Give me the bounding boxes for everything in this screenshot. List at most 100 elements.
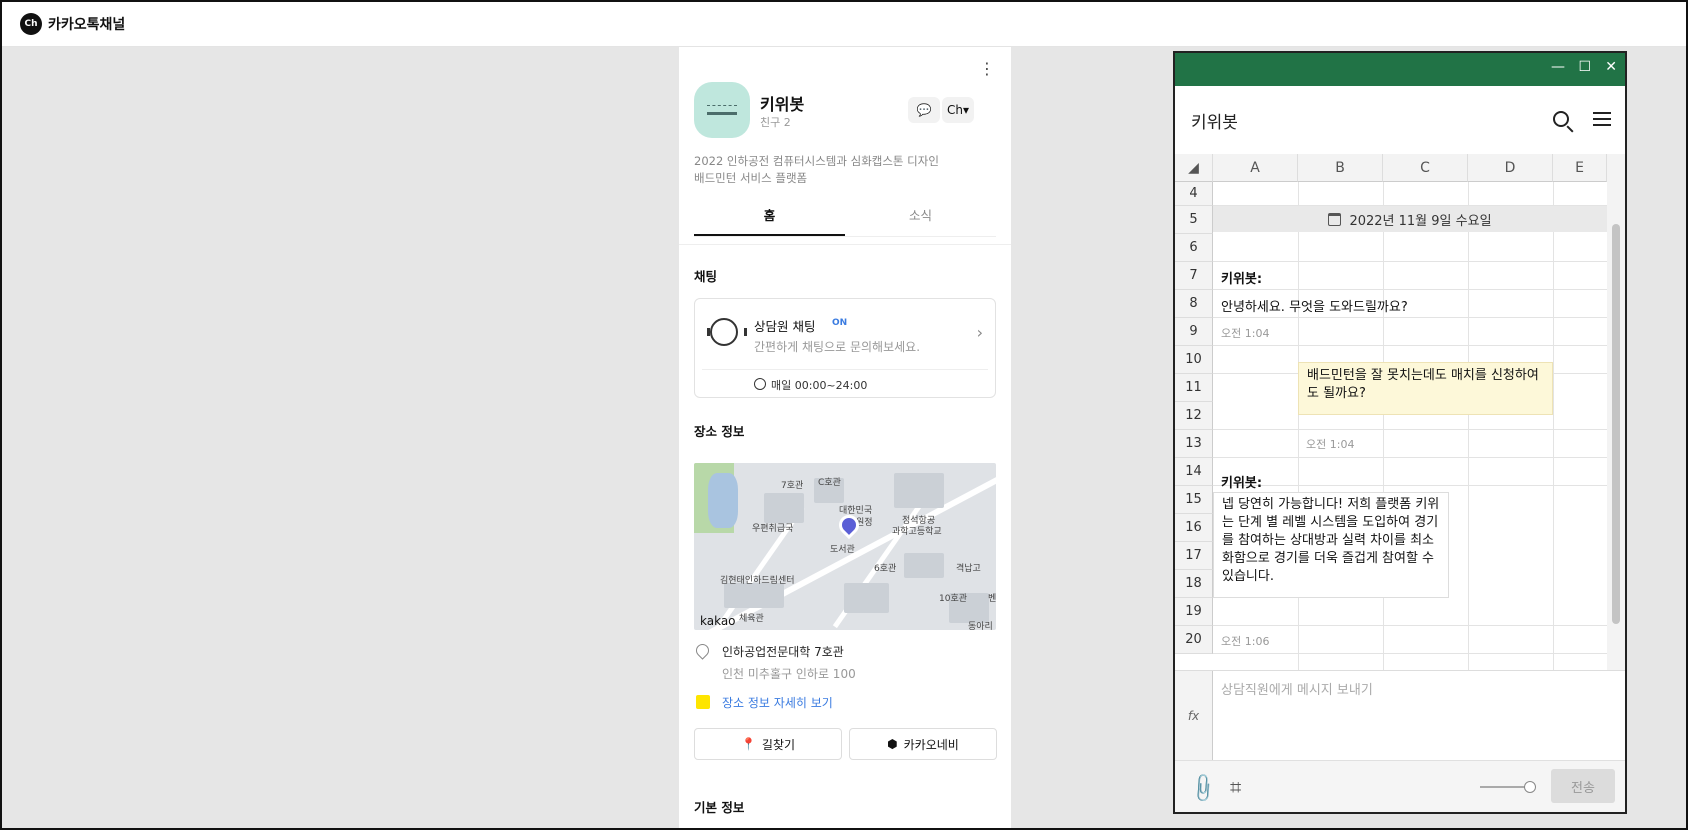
map-building bbox=[894, 473, 944, 508]
chat-title: 키위봇 bbox=[1191, 113, 1238, 133]
agent-chat-card[interactable]: 상담원 채팅 ON 간편하게 채팅으로 문의해보세요. › 매일 00:00~2… bbox=[694, 298, 996, 398]
send-button[interactable]: 전송 bbox=[1551, 769, 1615, 803]
sender-label: 키위봇: bbox=[1221, 476, 1263, 491]
row-header[interactable]: 7 bbox=[1175, 262, 1213, 290]
row-header[interactable]: 5 bbox=[1175, 206, 1213, 234]
row-header[interactable]: 9 bbox=[1175, 318, 1213, 346]
channel-add-button[interactable]: Ch▾ bbox=[942, 97, 974, 123]
grid-row bbox=[1213, 430, 1607, 458]
map-label: 우편취급국 bbox=[752, 524, 794, 534]
map-label: 김현태인하드림센터 bbox=[720, 576, 795, 586]
row-header[interactable]: 17 bbox=[1175, 542, 1213, 570]
chat-window: — ☐ ✕ 키위봇 ◢ A B C D E 4 5 6 7 8 9 10 11 … bbox=[1173, 51, 1627, 814]
window-title-bar: — ☐ ✕ bbox=[1175, 53, 1625, 86]
row-header[interactable]: 10 bbox=[1175, 346, 1213, 374]
row-header[interactable]: 16 bbox=[1175, 514, 1213, 542]
tab-home[interactable]: 홈 bbox=[694, 199, 845, 236]
map-label: 6호관 bbox=[874, 564, 897, 574]
minimize-icon[interactable]: — bbox=[1551, 59, 1565, 75]
place-address: 인천 미추홀구 인하로 100 bbox=[722, 667, 856, 681]
map-building bbox=[844, 583, 889, 613]
section-divider bbox=[679, 244, 1011, 245]
chat-grid: ◢ A B C D E 4 5 6 7 8 9 10 11 12 13 14 1… bbox=[1175, 154, 1607, 670]
hamburger-menu-icon[interactable] bbox=[1593, 112, 1611, 126]
grid-row bbox=[1213, 182, 1607, 206]
place-detail-link[interactable]: 장소 정보 자세히 보기 bbox=[722, 694, 833, 711]
close-icon[interactable]: ✕ bbox=[1605, 59, 1617, 75]
row-header[interactable]: 11 bbox=[1175, 374, 1213, 402]
directions-label: 길찾기 bbox=[761, 737, 796, 752]
grid-row bbox=[1213, 626, 1607, 654]
column-header[interactable]: A bbox=[1213, 154, 1298, 182]
bot-message-bubble: 넵 당연히 가능합니다! 저희 플랫폼 키위는 단계 별 레벨 시스템을 도입하… bbox=[1213, 492, 1449, 598]
user-message-bubble: 배드민턴을 잘 못치는데도 매치를 신청하여도 될까요? bbox=[1298, 362, 1553, 415]
agent-chat-title: 상담원 채팅 bbox=[754, 319, 816, 334]
row-header[interactable]: 12 bbox=[1175, 402, 1213, 430]
column-header[interactable]: E bbox=[1553, 154, 1607, 182]
message-time: 오전 1:04 bbox=[1306, 438, 1355, 451]
kakao-channel-logo-icon[interactable]: Ch bbox=[20, 13, 42, 35]
friend-count: 친구 2 bbox=[760, 116, 791, 129]
chat-bubble-button[interactable]: 💬 bbox=[908, 97, 940, 123]
row-header[interactable]: 4 bbox=[1175, 182, 1213, 206]
row-header[interactable]: 13 bbox=[1175, 430, 1213, 458]
profile-tabs: 홈 소식 bbox=[694, 199, 996, 237]
headset-agent-icon bbox=[707, 318, 747, 346]
paperclip-icon[interactable]: 📎 bbox=[1186, 771, 1221, 806]
row-header[interactable]: 20 bbox=[1175, 626, 1213, 654]
column-header[interactable]: D bbox=[1468, 154, 1553, 182]
location-pin-icon bbox=[693, 641, 712, 660]
column-header[interactable]: B bbox=[1298, 154, 1383, 182]
kakao-navi-button[interactable]: ⬢ 카카오네비 bbox=[849, 728, 997, 760]
search-icon[interactable] bbox=[1553, 111, 1569, 127]
map-label: 격납고 bbox=[956, 564, 981, 574]
channel-profile-panel: ⋮ 키위봇 친구 2 💬 Ch▾ 2022 인하공전 컴퓨터시스템과 심화캡스톤… bbox=[679, 47, 1011, 828]
grid-row bbox=[1213, 234, 1607, 262]
basic-info-section-title: 기본 정보 bbox=[694, 800, 745, 815]
map-label: 체육관 bbox=[739, 614, 764, 624]
tab-news[interactable]: 소식 bbox=[845, 199, 996, 236]
zoom-slider[interactable] bbox=[1480, 781, 1536, 793]
brand-name[interactable]: 카카오톡채널 bbox=[48, 14, 125, 34]
map-label: 7호관 bbox=[781, 481, 804, 491]
location-map[interactable]: 7호관 C호관 대한민국 원정 우편취급국 정석항공 과학고등학교 도서관 6호… bbox=[694, 463, 996, 630]
map-label: 10호관 bbox=[939, 594, 968, 604]
grid-row bbox=[1213, 598, 1607, 626]
column-header[interactable]: C bbox=[1383, 154, 1468, 182]
chat-section-title: 채팅 bbox=[694, 269, 718, 284]
message-time: 오전 1:04 bbox=[1221, 327, 1270, 340]
chat-bubble-icon: 💬 bbox=[916, 103, 932, 117]
scrollbar-thumb[interactable] bbox=[1612, 224, 1620, 624]
bottom-toolbar: 📎 ⌗ 전송 bbox=[1175, 760, 1625, 812]
select-all-corner[interactable]: ◢ bbox=[1175, 154, 1213, 182]
vertical-scrollbar[interactable] bbox=[1607, 154, 1625, 670]
date-text: 2022년 11월 9일 수요일 bbox=[1349, 213, 1492, 229]
message-input[interactable] bbox=[1221, 679, 1617, 749]
maximize-icon[interactable]: ☐ bbox=[1578, 59, 1591, 75]
map-label: 벤 bbox=[988, 594, 996, 604]
map-label: 과학고등학교 bbox=[892, 527, 942, 537]
row-header[interactable]: 8 bbox=[1175, 290, 1213, 318]
date-divider: 2022년 11월 9일 수요일 bbox=[1213, 206, 1607, 232]
sender-label: 키위봇: bbox=[1221, 272, 1263, 287]
channel-name: 키위봇 bbox=[760, 95, 805, 114]
place-section-title: 장소 정보 bbox=[694, 424, 745, 439]
row-header[interactable]: 18 bbox=[1175, 570, 1213, 598]
kakao-map-icon bbox=[696, 695, 710, 709]
screen-frame: Ch 카카오톡채널 ⋮ 키위봇 친구 2 💬 Ch▾ 2022 인하공전 컴퓨터… bbox=[0, 0, 1688, 830]
channel-avatar bbox=[694, 82, 750, 138]
message-input-area: fx bbox=[1175, 670, 1625, 761]
row-header[interactable]: 19 bbox=[1175, 598, 1213, 626]
crop-icon[interactable]: ⌗ bbox=[1230, 775, 1241, 799]
grid-row bbox=[1213, 262, 1607, 290]
chat-hours: 매일 00:00~24:00 bbox=[771, 379, 868, 392]
slider-knob[interactable] bbox=[1524, 781, 1536, 793]
directions-button[interactable]: 📍 길찾기 bbox=[694, 728, 842, 760]
more-options-icon[interactable]: ⋮ bbox=[979, 59, 995, 78]
chat-header: 키위봇 bbox=[1175, 86, 1625, 154]
row-header[interactable]: 14 bbox=[1175, 458, 1213, 486]
row-header[interactable]: 15 bbox=[1175, 486, 1213, 514]
bot-message: 안녕하세요. 무엇을 도와드릴까요? bbox=[1221, 300, 1408, 315]
place-name: 인하공업전문대학 7호관 bbox=[722, 645, 844, 659]
row-header[interactable]: 6 bbox=[1175, 234, 1213, 262]
